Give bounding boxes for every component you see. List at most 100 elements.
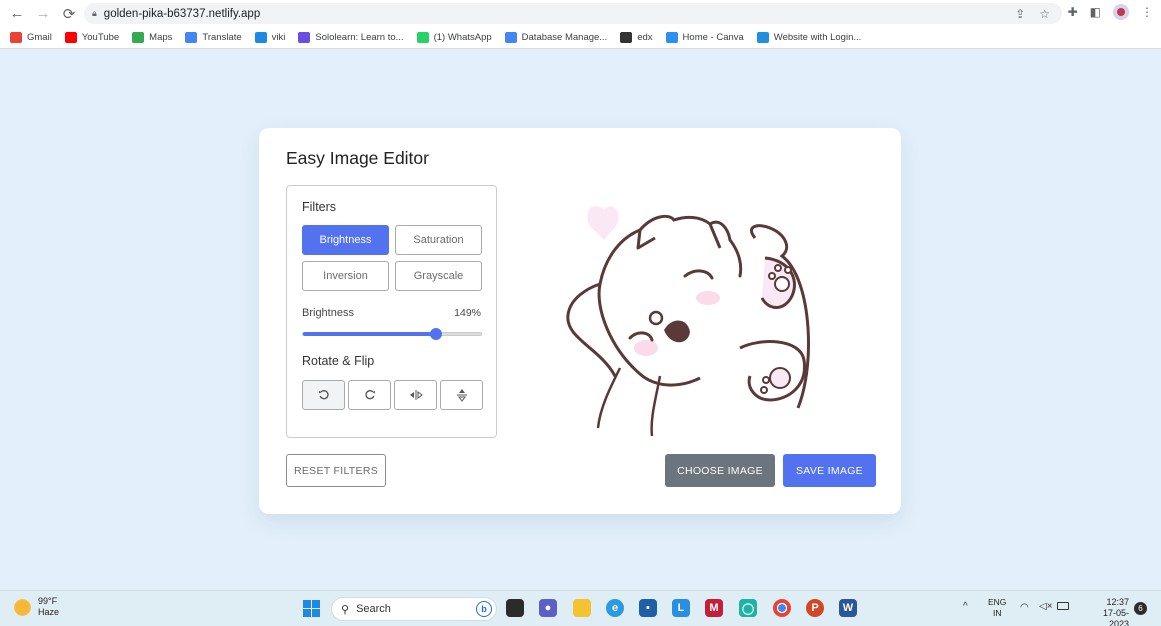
teams-icon[interactable]: ● (539, 599, 557, 617)
weather-desc: Haze (38, 607, 60, 617)
lock-icon: 🔒︎ (92, 8, 97, 18)
sun-icon (14, 598, 31, 616)
whatsapp-icon (416, 32, 429, 43)
viki-icon (254, 32, 267, 43)
bookmark-item[interactable]: viki (254, 32, 286, 43)
bookmark-label: viki (271, 32, 286, 43)
taskbar-search[interactable]: ⚲ Search b (331, 597, 497, 621)
bookmark-label: Website with Login... (773, 32, 862, 43)
file-explorer-icon[interactable] (573, 599, 591, 617)
url-text: golden-pika-b63737.netlify.app (103, 7, 261, 20)
bookmark-item[interactable]: Sololearn: Learn to... (298, 32, 404, 43)
windows-start-icon[interactable] (303, 600, 320, 617)
rotate-flip-heading: Rotate & Flip (302, 354, 375, 368)
edx-icon (620, 32, 633, 43)
edge-icon[interactable]: e (606, 599, 624, 617)
battery-icon[interactable] (1057, 602, 1069, 610)
chevron-up-icon[interactable]: ^ (963, 601, 968, 612)
slider-fill (303, 332, 436, 336)
chrome-icon[interactable] (773, 599, 791, 617)
taskbar: 99°F Haze ⚲ Search b ● e ▪ L M ◯ P W ^ E… (0, 590, 1161, 626)
flip-vertical-button[interactable] (440, 380, 483, 410)
mcafee-icon[interactable]: M (705, 599, 723, 617)
word-icon[interactable]: W (839, 599, 857, 617)
flip-horizontal-icon (409, 390, 423, 400)
reset-filters-button[interactable]: RESET FILTERS (286, 454, 386, 487)
back-arrow-icon[interactable]: ← (4, 1, 30, 27)
search-icon: ⚲ (341, 603, 350, 616)
extensions-puzzle-icon[interactable]: ✚ (1068, 5, 1078, 19)
search-placeholder: Search (356, 603, 391, 615)
weather-temp: 99°F (38, 596, 58, 606)
bookmark-item[interactable]: Home - Canva (665, 32, 744, 43)
l-app-icon[interactable]: L (672, 599, 690, 617)
controls-panel: Filters Brightness Saturation Inversion … (286, 185, 497, 438)
bing-icon[interactable]: b (476, 601, 492, 617)
bookmark-item[interactable]: edx (620, 32, 653, 43)
save-image-button[interactable]: SAVE IMAGE (783, 454, 876, 487)
clock-date: 17-05-2023 (1102, 608, 1129, 626)
filter-saturation-button[interactable]: Saturation (395, 225, 482, 255)
clock[interactable]: 12:37 17-05-2023 (1093, 597, 1129, 626)
bookmark-label: Sololearn: Learn to... (315, 32, 404, 43)
rotate-right-button[interactable] (348, 380, 391, 410)
bookmark-label: Home - Canva (682, 32, 744, 43)
app-icon[interactable]: ◯ (739, 599, 757, 617)
youtube-icon (64, 32, 77, 43)
reload-icon[interactable]: ⟳ (56, 1, 82, 27)
lang-bottom: IN (992, 608, 1002, 618)
bookmark-star-icon[interactable]: ☆ (1039, 7, 1050, 21)
bookmark-item[interactable]: Maps (132, 32, 172, 43)
bookmark-item[interactable]: (1) WhatsApp (416, 32, 492, 43)
task-view-icon[interactable] (506, 599, 524, 617)
brightness-slider[interactable] (302, 328, 482, 340)
slider-label: Brightness (302, 307, 354, 319)
bookmark-item[interactable]: Gmail (10, 32, 52, 43)
flip-horizontal-button[interactable] (394, 380, 437, 410)
maps-icon (132, 32, 145, 43)
editor-card: Easy Image Editor Filters Brightness Sat… (259, 128, 901, 514)
bookmark-item[interactable]: Website with Login... (756, 32, 862, 43)
rotate-left-button[interactable] (302, 380, 345, 410)
powerpoint-icon[interactable]: P (806, 599, 824, 617)
forward-arrow-icon[interactable]: → (30, 1, 56, 27)
bookmark-label: Translate (202, 32, 242, 43)
bookmark-label: (1) WhatsApp (433, 32, 492, 43)
sololearn-icon (298, 32, 311, 43)
bookmark-item[interactable]: Translate (185, 32, 242, 43)
share-icon[interactable]: ⇪ (1015, 7, 1025, 21)
cat-illustration (566, 205, 810, 437)
language-indicator[interactable]: ENG IN (988, 597, 1006, 619)
filter-grayscale-button[interactable]: Grayscale (395, 261, 482, 291)
lang-top: ENG (988, 597, 1007, 607)
rotate-left-icon (318, 390, 329, 400)
slider-thumb[interactable] (429, 328, 442, 340)
canva-icon (665, 32, 678, 43)
speaker-muted-icon[interactable]: ◁× (1039, 601, 1053, 612)
profile-avatar[interactable] (1113, 4, 1129, 20)
filters-heading: Filters (302, 200, 337, 214)
choose-image-button[interactable]: CHOOSE IMAGE (665, 454, 775, 487)
bookmark-item[interactable]: YouTube (64, 32, 120, 43)
wifi-icon[interactable]: ◠ (1020, 602, 1029, 613)
slider-value: 149% (454, 307, 481, 319)
filter-inversion-button[interactable]: Inversion (302, 261, 389, 291)
filter-brightness-button[interactable]: Brightness (302, 225, 389, 255)
bookmark-label: YouTube (81, 32, 120, 43)
notification-badge[interactable]: 6 (1134, 602, 1147, 615)
more-menu-icon[interactable]: ⋮ (1141, 5, 1153, 19)
clock-time: 12:37 (1106, 597, 1129, 607)
bookmark-label: Database Manage... (521, 32, 608, 43)
bookmark-label: Maps (149, 32, 173, 43)
side-panel-icon[interactable]: ◧ (1090, 5, 1101, 19)
address-bar[interactable]: 🔒︎ golden-pika-b63737.netlify.app ⇪ ☆ (84, 3, 1062, 24)
bookmark-item[interactable]: Database Manage... (504, 32, 608, 43)
browser-toolbar: ← → ⟳ 🔒︎ golden-pika-b63737.netlify.app … (0, 0, 1161, 27)
flip-vertical-icon (456, 389, 467, 402)
weather-widget[interactable]: 99°F Haze (14, 596, 59, 618)
bookmark-label: Gmail (27, 32, 52, 43)
bookmarks-bar: Gmail YouTube Maps Translate viki Sololearn: … (0, 27, 1161, 49)
website-icon (756, 32, 769, 43)
page-title: Easy Image Editor (286, 148, 429, 168)
store-icon[interactable]: ▪ (639, 599, 657, 617)
